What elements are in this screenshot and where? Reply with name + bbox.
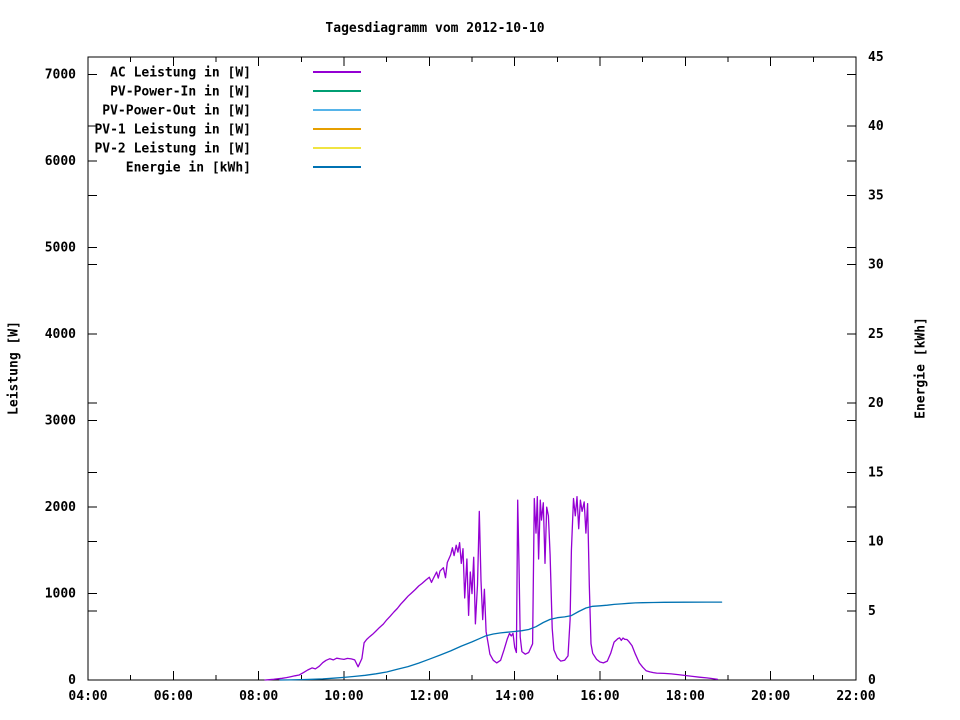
chart-canvas: Tagesdiagramm vom 2012-10-10 Leistung [W… (0, 0, 960, 720)
y-right-tick-label: 10 (868, 535, 884, 550)
series-line (264, 496, 718, 681)
x-tick-label: 10:00 (324, 689, 363, 704)
y-left-tick-label: 1000 (45, 586, 76, 601)
plot-area: 04:00 06:00 08:00 10:00 12:00 14:00 16:00 18:00… (45, 50, 884, 704)
legend-label: Energie in [kWh] (126, 161, 251, 176)
y-right-tick-label: 0 (868, 673, 876, 688)
y-left-tick-label: 2000 (45, 500, 76, 515)
y-left-tick-label: 7000 (45, 67, 76, 82)
legend-label: PV-Power-In in [W] (110, 85, 251, 100)
y-left-tick-label: 3000 (45, 413, 76, 428)
x-tick-label: 04:00 (68, 689, 107, 704)
y-left-tick-label: 0 (68, 673, 76, 688)
y-right-tick-label: 30 (868, 258, 884, 273)
x-tick-label: 18:00 (666, 689, 705, 704)
y-right-tick-label: 20 (868, 396, 884, 411)
x-tick-label: 06:00 (154, 689, 193, 704)
series-line (279, 601, 723, 681)
y-left-tick-label: 4000 (45, 327, 76, 342)
legend-label: PV-Power-Out in [W] (102, 104, 251, 119)
x-tick-label: 14:00 (495, 689, 534, 704)
x-tick-label: 22:00 (836, 689, 875, 704)
y-right-tick-label: 40 (868, 119, 884, 134)
y-left-tick-label: 6000 (45, 154, 76, 169)
y-right-tick-label: 25 (868, 327, 884, 342)
x-tick-label: 08:00 (239, 689, 278, 704)
y-right-tick-label: 35 (868, 188, 884, 203)
x-tick-label: 12:00 (410, 689, 449, 704)
y-left-tick-label: 5000 (45, 240, 76, 255)
x-tick-label: 16:00 (580, 689, 619, 704)
y-right-tick-label: 5 (868, 604, 876, 619)
y-right-tick-label: 45 (868, 50, 884, 65)
legend-label: AC Leistung in [W] (110, 66, 251, 81)
legend-label: PV-1 Leistung in [W] (94, 123, 251, 138)
x-tick-label: 20:00 (751, 689, 790, 704)
legend-label: PV-2 Leistung in [W] (94, 142, 251, 157)
y-right-tick-label: 15 (868, 465, 884, 480)
